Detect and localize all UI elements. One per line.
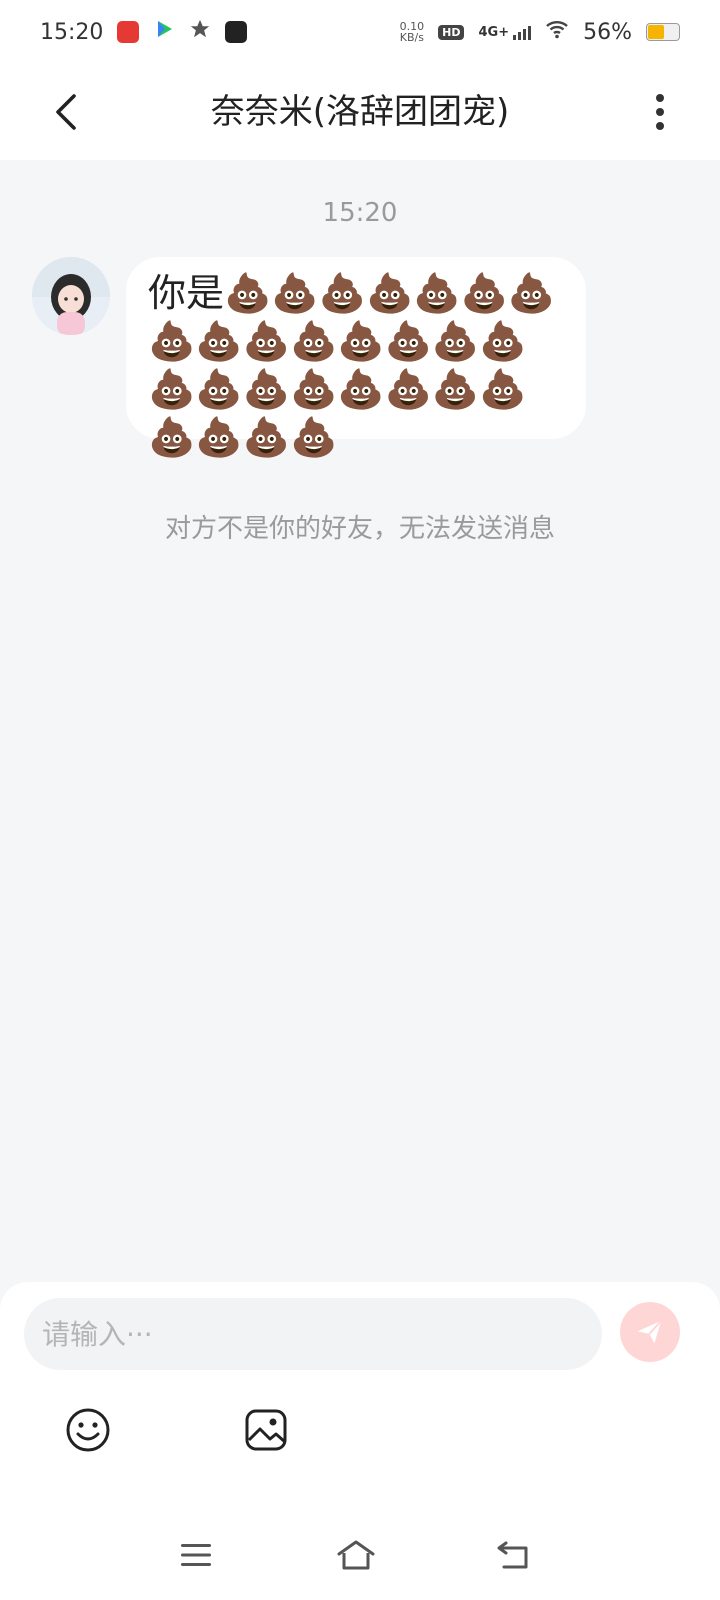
emoji-button[interactable]: [58, 1400, 118, 1460]
soul-app-icon: [225, 21, 248, 43]
send-button[interactable]: [620, 1302, 680, 1362]
image-button[interactable]: [236, 1400, 296, 1460]
message-input[interactable]: [24, 1298, 602, 1370]
signal-icon: 4G+: [478, 24, 532, 40]
battery-percent: 56%: [583, 19, 632, 45]
page-title: 奈奈米(洛辞团团宠): [210, 92, 510, 132]
battery-icon: [646, 23, 680, 41]
nav-home-button[interactable]: [326, 1530, 386, 1580]
star-icon: [189, 18, 211, 46]
nav-menu-button[interactable]: [166, 1530, 226, 1580]
composer: [0, 1282, 720, 1512]
send-icon: [637, 1320, 662, 1344]
system-notice: 对方不是你的好友，无法发送消息: [164, 514, 555, 544]
image-icon: [245, 1409, 287, 1451]
app-icon-red: [117, 21, 140, 43]
status-time: 15:20: [40, 19, 104, 45]
avatar[interactable]: [32, 257, 110, 335]
status-right: 0.10 KB/s HD 4G+ 56%: [400, 19, 680, 45]
hd-badge: HD: [438, 24, 465, 40]
home-icon: [337, 1540, 375, 1570]
more-button[interactable]: [634, 86, 686, 138]
net-speed: 0.10 KB/s: [399, 20, 425, 44]
chat-header: 奈奈米(洛辞团团宠): [0, 64, 720, 160]
message-row: 你是💩💩💩💩💩💩💩💩💩💩💩💩💩💩💩💩💩💩💩💩💩💩💩💩💩💩💩: [32, 257, 586, 459]
nav-back-button[interactable]: [484, 1530, 544, 1580]
message-input-container: [24, 1298, 602, 1370]
menu-icon: [181, 1544, 211, 1566]
more-vertical-icon: [656, 94, 664, 130]
message-bubble[interactable]: 你是💩💩💩💩💩💩💩💩💩💩💩💩💩💩💩💩💩💩💩💩💩💩💩💩💩💩💩: [126, 257, 586, 459]
wifi-icon: [545, 19, 569, 45]
back-icon: [497, 1541, 528, 1569]
emoji-icon: [66, 1408, 110, 1452]
status-left: 15:20: [40, 18, 248, 46]
message-timestamp: 15:20: [322, 198, 398, 228]
status-bar: 15:20 0.10 KB/s HD 4G+ 56%: [0, 0, 720, 64]
video-app-icon: [153, 18, 175, 46]
network-type: 4G+: [478, 24, 510, 40]
navigation-bar: [0, 1512, 720, 1600]
